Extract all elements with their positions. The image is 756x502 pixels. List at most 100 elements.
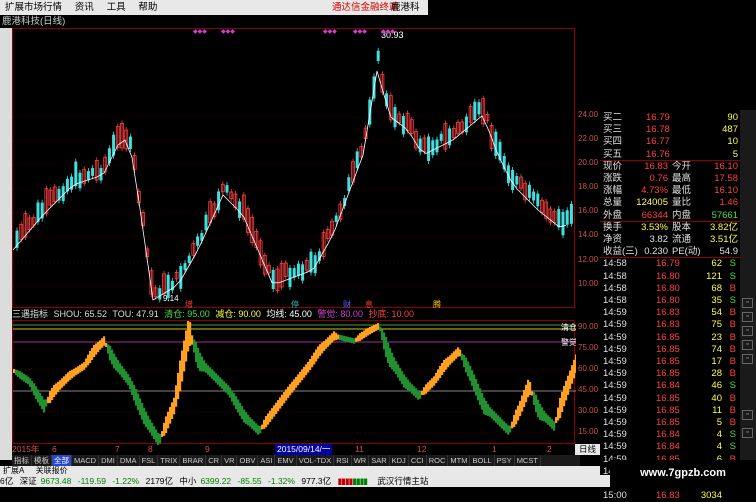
indicator-band-segment [327, 337, 330, 347]
indicator-band-segment [475, 379, 478, 396]
date-label: 1 [492, 444, 497, 454]
indicator-tab[interactable]: BOLL [470, 455, 495, 466]
side-button-2[interactable]: ▫ [742, 312, 753, 322]
indicator-tab[interactable]: ASI [258, 455, 276, 466]
indicator-tab[interactable]: CR [206, 455, 223, 466]
candle-body [238, 201, 242, 218]
menu-item-market[interactable]: 扩展市场行情 [0, 0, 67, 15]
side-button-1[interactable]: ▫ [742, 298, 753, 308]
indicator-tab[interactable]: 模板 [32, 455, 52, 466]
price-chart-frame[interactable]: 30.93 9.14 ◆◆◆ ◆◆◆ ◆◆◆ ◆◆◆ ◆◆◆ 增停财息腾 [12, 28, 576, 309]
side-button-7[interactable]: ▫ [742, 428, 753, 438]
indicator-band-segment [117, 360, 120, 373]
indicator-tab[interactable]: DMA [118, 455, 140, 466]
left-toolbar-strip[interactable] [0, 28, 12, 460]
indicator-tab[interactable]: DMI [99, 455, 118, 466]
tick-volume: 54 [711, 307, 722, 319]
indicator-band-segment [483, 397, 486, 415]
indicator-tab[interactable]: WR [352, 455, 370, 466]
indicator-band-segment [417, 390, 420, 400]
order-book-label: 买二 [603, 112, 623, 123]
top-mark: ◆◆◆ [193, 29, 207, 35]
subtab-related[interactable]: 关联报价 [33, 466, 68, 475]
tick-side: S [729, 441, 736, 453]
indicator-tab[interactable]: 全部 [52, 455, 72, 466]
indicator-band-segment [105, 343, 108, 347]
tick-time: 14:59 [603, 380, 627, 392]
indicator-band-segment [203, 360, 206, 372]
candle-body [515, 176, 519, 185]
side-button-5[interactable]: ▫ [742, 354, 753, 364]
indicator-tab[interactable]: EMV [275, 455, 297, 466]
indicator-band-segment [517, 405, 520, 421]
indicator-tab[interactable]: MCST [515, 455, 541, 466]
indicator-band-segment [497, 415, 500, 425]
indicator-tab[interactable]: OBV [237, 455, 259, 466]
side-button-4[interactable]: ▫ [742, 340, 753, 350]
menu-item-news[interactable]: 资讯 [70, 0, 99, 15]
index2-name: 中小 [179, 476, 197, 486]
indicator-tab[interactable]: RSI [334, 455, 352, 466]
indicator-band-segment [477, 383, 480, 401]
indicator-band-segment [473, 374, 476, 391]
stat-label: 净资 [603, 234, 623, 245]
indicator-band-segment [121, 366, 124, 378]
indicator-tab[interactable]: 指标 [12, 455, 32, 466]
indicator-chart-frame[interactable]: 清仓 警觉 [12, 320, 578, 446]
period-button[interactable]: 日线 [575, 444, 600, 455]
order-book-price: 16.78 [646, 124, 670, 136]
candle-body [334, 215, 338, 223]
candle-body [36, 202, 40, 222]
menu-item-help[interactable]: 帮助 [133, 0, 162, 15]
indicator-band-segment [115, 356, 118, 371]
menu-item-tools[interactable]: 工具 [102, 0, 131, 15]
indicator-tab[interactable]: FSL [140, 455, 159, 466]
indicator-jiancang: 减仓: 90.00 [215, 309, 261, 319]
indicator-band-segment [17, 370, 20, 377]
subtab-ext-a[interactable]: 扩展A [0, 466, 24, 475]
stat-value-2: 1.46 [719, 197, 739, 209]
indicator-tab[interactable]: ROC [427, 455, 449, 466]
indicator-tou: TOU: 47.91 [112, 309, 159, 319]
indicator-band-segment [259, 426, 262, 434]
indicator-band-segment [409, 382, 412, 392]
indicator-tab[interactable]: SAR [369, 455, 390, 466]
indicator-name[interactable]: 三遇指标 [12, 309, 48, 319]
indicator-tab[interactable]: MACD [72, 455, 100, 466]
indicator-band-segment [531, 391, 534, 396]
index1-name: 深证 [19, 476, 37, 486]
indicator-tab[interactable]: KDJ [390, 455, 409, 466]
indicator-tab[interactable]: VR [222, 455, 238, 466]
tick-time: 15:00 [603, 490, 627, 502]
stat-value: 3.82 [649, 234, 669, 245]
indicator-tab[interactable]: TRIX [158, 455, 181, 466]
tick-volume: 40 [711, 392, 722, 404]
tick-price: 16.85 [656, 356, 680, 367]
indicator-tab[interactable]: PSY [495, 455, 515, 466]
side-button-3[interactable]: ▫ [742, 326, 753, 336]
indicator-band-segment [243, 409, 246, 423]
date-label: 12 [417, 444, 427, 454]
indicator-tab[interactable]: VOL-TDX [297, 455, 335, 466]
indicator-band-segment [197, 347, 200, 369]
side-button-6[interactable]: ▫ [742, 410, 753, 420]
tick-price: 16.85 [656, 368, 680, 380]
indicator-band-segment [423, 387, 426, 395]
indicator-band-segment [195, 341, 198, 363]
indicator-band-segment [495, 413, 498, 423]
indicator-band-segment [133, 384, 136, 401]
stat-value-2: 16.10 [714, 160, 738, 172]
right-side-toolbar: ▫ ▫ ▫ ▫ ▫ ▫ ▫ [740, 110, 756, 460]
candle-body [187, 255, 191, 263]
indicator-band-segment [367, 327, 370, 336]
tick-price: 16.84 [656, 429, 680, 441]
indicator-tab[interactable]: BRAR [180, 455, 207, 466]
candle-body [565, 210, 569, 225]
indicator-band-segment [69, 370, 72, 380]
indicator-band-segment [267, 413, 270, 425]
indicator-tab[interactable]: MTM [448, 455, 471, 466]
indicator-tab[interactable]: CCI [409, 455, 427, 466]
tick-volume: 28 [711, 368, 722, 380]
index2-percent: -1.32% [268, 476, 295, 486]
indicator-shou: SHOU: 65.52 [53, 309, 108, 319]
